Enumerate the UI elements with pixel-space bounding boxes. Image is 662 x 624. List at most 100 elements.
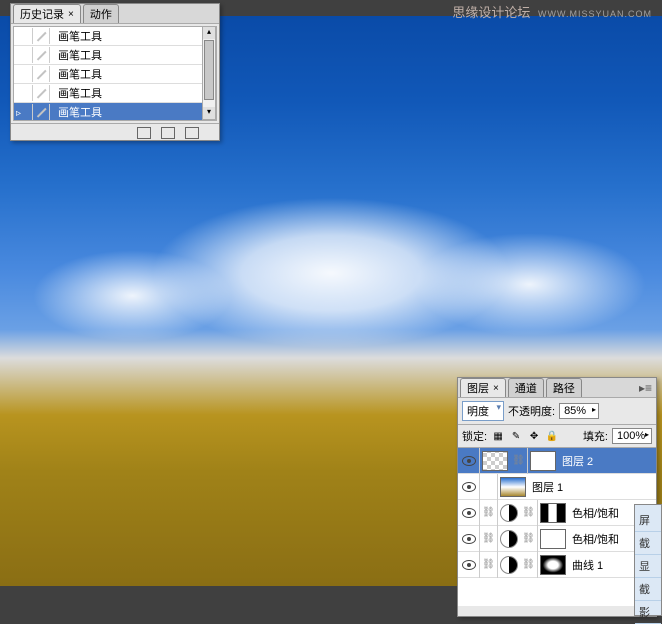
layer-name: 色相/饱和 [568,531,619,547]
visibility-cell[interactable] [458,552,480,578]
history-icon-box [32,104,50,120]
layers-list: ⛓ 图层 2 图层 1 ⛓ ⛓ 色相/饱和 ⛓ ⛓ 色相/饱和 [458,448,656,606]
tab-history[interactable]: 历史记录 × [13,4,81,23]
new-snapshot-icon[interactable] [137,127,151,139]
eye-icon[interactable] [462,560,476,570]
history-icon-box [32,28,50,44]
watermark-text: 思缘设计论坛 [452,5,530,20]
tab-close-icon[interactable]: × [493,383,499,394]
menu-item[interactable]: 影 [635,601,661,624]
history-item[interactable]: 画笔工具 [14,103,216,121]
lock-position-icon[interactable]: ✥ [527,429,541,443]
tab-history-label: 历史记录 [20,6,64,22]
link-cell[interactable]: ⛓ [480,526,498,552]
eye-icon[interactable] [462,456,476,466]
layers-tabs: 图层 × 通道 路径 ▸≡ [458,378,656,398]
layer-row[interactable]: ⛓ ⛓ 色相/饱和 [458,500,656,526]
visibility-cell[interactable] [458,526,480,552]
eye-icon[interactable] [462,482,476,492]
menu-item[interactable]: 屏 [635,509,661,532]
scroll-up-icon[interactable]: ▴ [203,27,215,39]
tab-paths-label: 路径 [553,380,575,396]
history-icon-box [32,47,50,63]
history-panel: — ✕ 历史记录 × 动作 画笔工具 画笔工具 画笔工具 画笔 [10,3,220,141]
mask-thumb[interactable] [540,529,566,549]
mask-link-icon[interactable]: ⛓ [520,526,538,552]
lock-label: 锁定: [462,428,487,444]
tab-paths[interactable]: 路径 [546,378,582,397]
history-footer [11,123,219,141]
history-icon-box [32,85,50,101]
mask-thumb[interactable] [540,555,566,575]
adjustment-icon[interactable] [500,556,518,574]
mask-thumb[interactable] [540,503,566,523]
fill-input[interactable]: 100% [612,428,652,444]
history-marker [16,48,30,62]
layer-thumb[interactable] [482,451,508,471]
menu-item[interactable]: 截 [635,532,661,555]
layer-row[interactable]: ⛓ ⛓ 曲线 1 [458,552,656,578]
clouds [0,159,662,387]
menu-item[interactable]: 截 [635,578,661,601]
link-cell[interactable]: ⛓ [480,552,498,578]
lock-transparency-icon[interactable]: ▦ [491,429,505,443]
panel-menu-icon[interactable]: ▸≡ [639,381,652,395]
lock-fill-row: 锁定: ▦ ✎ ✥ 🔒 填充: 100% [458,425,656,448]
layer-name: 图层 1 [528,479,563,495]
history-tabs: 历史记录 × 动作 [11,4,219,24]
delete-icon[interactable] [185,127,199,139]
lock-pixels-icon[interactable]: ✎ [509,429,523,443]
tab-channels[interactable]: 通道 [508,378,544,397]
history-list: 画笔工具 画笔工具 画笔工具 画笔工具 画笔工具 [13,26,217,121]
layer-name: 曲线 1 [568,557,603,573]
history-label: 画笔工具 [52,66,102,82]
adjustment-icon[interactable] [500,504,518,522]
opacity-input[interactable]: 85% [559,403,599,419]
brush-icon [34,29,48,43]
lock-all-icon[interactable]: 🔒 [545,429,559,443]
link-cell [480,474,498,500]
fill-label: 填充: [583,428,608,444]
scroll-thumb[interactable] [204,40,214,100]
scrollbar[interactable]: ▴ ▾ [202,26,216,120]
history-icon-box [32,66,50,82]
history-marker [16,67,30,81]
tab-layers[interactable]: 图层 × [460,378,506,397]
side-context-menu: 屏 截 显 截 影 [634,504,662,616]
tab-close-icon[interactable]: × [68,9,74,20]
visibility-cell[interactable] [458,500,480,526]
new-document-icon[interactable] [161,127,175,139]
history-item[interactable]: 画笔工具 [14,65,216,84]
layer-row[interactable]: ⛓ 图层 2 [458,448,656,474]
blend-opacity-row: 明度 不透明度: 85% [458,398,656,425]
history-marker [16,29,30,43]
menu-item[interactable]: 显 [635,555,661,578]
brush-icon [34,67,48,81]
mask-thumb[interactable] [530,451,556,471]
history-item[interactable]: 画笔工具 [14,27,216,46]
scroll-down-icon[interactable]: ▾ [203,107,215,119]
watermark-url: WWW.MISSYUAN.COM [538,9,652,19]
tab-actions[interactable]: 动作 [83,4,119,23]
mask-link-icon[interactable]: ⛓ [520,552,538,578]
brush-icon [34,105,48,119]
layer-thumb[interactable] [500,477,526,497]
adjustment-icon[interactable] [500,530,518,548]
mask-link-icon[interactable]: ⛓ [520,500,538,526]
tab-layers-label: 图层 [467,380,489,396]
visibility-cell[interactable] [458,448,480,474]
blend-mode-dropdown[interactable]: 明度 [462,401,504,421]
history-item[interactable]: 画笔工具 [14,84,216,103]
history-label: 画笔工具 [52,85,102,101]
layer-row[interactable]: ⛓ ⛓ 色相/饱和 [458,526,656,552]
layer-name: 图层 2 [558,453,593,469]
layer-row[interactable]: 图层 1 [458,474,656,500]
history-label: 画笔工具 [52,104,102,120]
mask-link-icon[interactable]: ⛓ [510,448,528,474]
link-cell[interactable]: ⛓ [480,500,498,526]
eye-icon[interactable] [462,534,476,544]
eye-icon[interactable] [462,508,476,518]
visibility-cell[interactable] [458,474,480,500]
watermark: 思缘设计论坛 WWW.MISSYUAN.COM [452,2,652,21]
history-item[interactable]: 画笔工具 [14,46,216,65]
